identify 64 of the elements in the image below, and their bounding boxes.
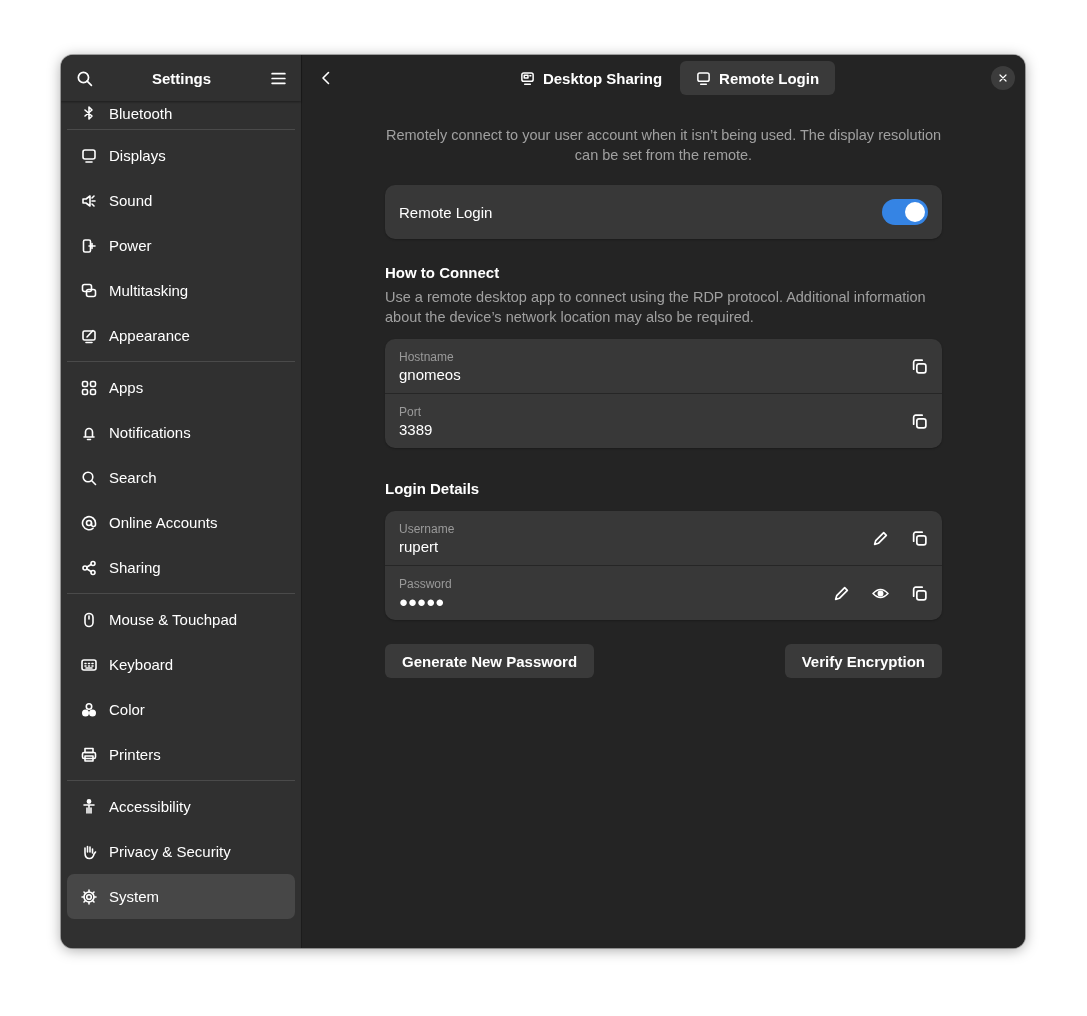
grid-icon <box>81 379 97 396</box>
person-icon <box>81 798 97 815</box>
monitor-icon <box>696 70 712 86</box>
monitor-brush-icon <box>81 327 97 344</box>
tab[interactable]: Desktop Sharing <box>503 61 679 95</box>
copy-icon[interactable] <box>911 529 928 547</box>
share-icon <box>81 559 97 576</box>
at-sign-icon <box>81 514 97 531</box>
sidebar-item[interactable]: Notifications <box>67 410 295 455</box>
sidebar-item[interactable]: Multitasking <box>67 268 295 313</box>
field-label: Hostname <box>399 349 455 364</box>
windows-icon <box>81 282 97 299</box>
sidebar-item[interactable]: Sound <box>67 178 295 223</box>
edit-icon[interactable] <box>833 584 850 602</box>
verify-encryption-button[interactable]: Verify Encryption <box>784 644 942 678</box>
sidebar-item[interactable]: Apps <box>67 365 295 410</box>
sidebar-item[interactable]: Search <box>67 455 295 500</box>
sidebar-item[interactable]: Color <box>67 687 295 732</box>
field-value: ●●●●● <box>399 592 446 610</box>
monitor-icon <box>519 70 535 86</box>
sidebar-item[interactable]: Printers <box>67 732 295 777</box>
edit-icon[interactable] <box>872 529 889 547</box>
window-title: Settings <box>151 69 212 87</box>
toggle-label: Remote Login <box>399 203 493 221</box>
monitor-icon <box>81 147 97 164</box>
field-label: Password <box>399 576 453 591</box>
toggle-switch[interactable] <box>882 199 928 225</box>
field-label: Port <box>399 404 422 419</box>
sidebar-item[interactable]: Appearance <box>67 313 295 358</box>
plug-icon <box>81 237 97 254</box>
sidebar-item[interactable]: Displays <box>67 133 295 178</box>
field-value: rupert <box>399 537 440 555</box>
hand-icon <box>81 843 97 860</box>
circles-icon <box>81 701 97 718</box>
keyboard-icon <box>81 656 97 673</box>
sidebar-item[interactable]: Power <box>67 223 295 268</box>
sidebar-item[interactable]: Privacy & Security <box>67 829 295 874</box>
tab[interactable]: Remote Login <box>680 61 836 95</box>
sidebar-item[interactable]: Online Accounts <box>67 500 295 545</box>
sidebar-item[interactable]: Sharing <box>67 545 295 590</box>
copy-icon[interactable] <box>911 412 928 430</box>
mouse-icon <box>81 611 97 628</box>
field-value: gnomeos <box>399 365 462 383</box>
sidebar-item[interactable]: System <box>67 874 295 919</box>
sidebar-item[interactable]: Mouse & Touchpad <box>67 597 295 642</box>
sidebar-item[interactable]: Bluetooth <box>67 101 295 125</box>
field-value: 3389 <box>399 420 434 438</box>
section-heading: Login Details <box>385 480 481 497</box>
copy-icon[interactable] <box>911 357 928 375</box>
section-heading: How to Connect <box>385 264 501 281</box>
settings-icon <box>81 888 97 905</box>
speaker-icon <box>81 192 97 209</box>
field-label: Username <box>399 521 456 536</box>
sidebar-item[interactable]: Keyboard <box>67 642 295 687</box>
close-button[interactable] <box>991 66 1015 90</box>
description: Remotely connect to your user account when it isn’t being used. The display resolution can be set from the remote. <box>385 126 942 165</box>
close-icon <box>997 72 1009 84</box>
sidebar-item[interactable]: Accessibility <box>67 784 295 829</box>
search-icon <box>81 469 97 486</box>
search-icon[interactable] <box>76 69 93 87</box>
printer-icon <box>81 746 97 763</box>
generate-password-button[interactable]: Generate New Password <box>385 644 595 678</box>
copy-icon[interactable] <box>911 584 928 602</box>
section-description: Use a remote desktop app to connect using the RDP protocol. Additional information about the device’s network location may also be required. <box>385 288 927 327</box>
